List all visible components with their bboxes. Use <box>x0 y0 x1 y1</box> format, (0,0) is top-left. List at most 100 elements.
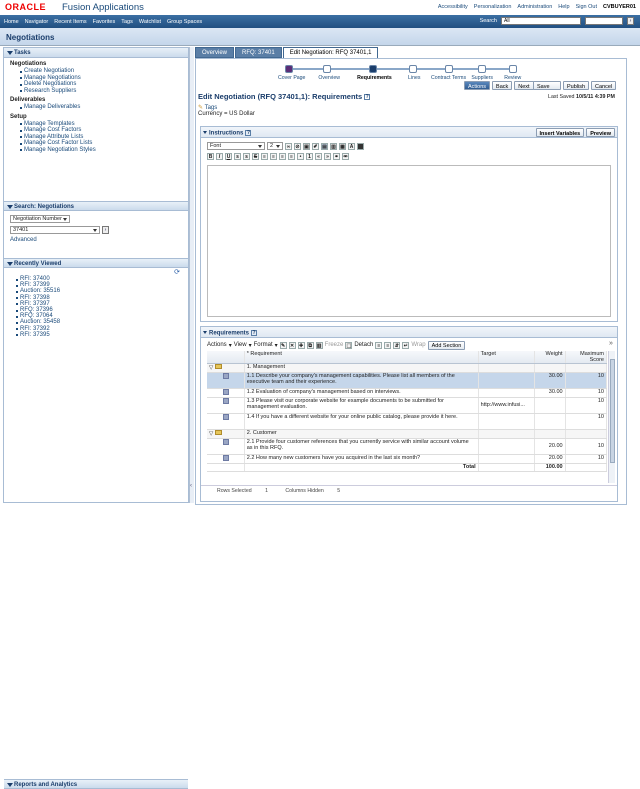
table-row[interactable]: 2.2 How many new customers have you acqu… <box>207 454 608 464</box>
tab-overview[interactable]: Overview <box>195 47 235 58</box>
search-field-select[interactable]: Negotiation Number <box>10 215 70 223</box>
global-search-input[interactable] <box>585 17 623 25</box>
back-button[interactable]: Back <box>492 81 513 90</box>
train-stop-suppliers[interactable] <box>478 65 486 73</box>
preview-button[interactable]: Preview <box>586 128 615 137</box>
align-right-icon[interactable]: ≡ <box>279 153 286 160</box>
recently-viewed-header[interactable]: Recently Viewed <box>4 258 188 268</box>
train-label-overview[interactable]: Overview <box>318 75 340 81</box>
font-select[interactable]: Font <box>207 142 265 150</box>
detach-button[interactable]: Detach <box>354 342 373 348</box>
move-up-icon[interactable]: ≡ <box>375 341 383 349</box>
accessibility-link[interactable]: Accessibility <box>438 4 468 10</box>
column-requirement[interactable]: * Requirement <box>244 351 479 364</box>
table-row[interactable]: ▽ 1. Management <box>207 363 608 373</box>
table-row[interactable]: 1.3 Please visit our corporate website f… <box>207 397 608 414</box>
administration-link[interactable]: Administration <box>517 4 552 10</box>
column-max-score[interactable]: Maximum Score <box>565 351 608 364</box>
numbered-list-icon[interactable]: 1 <box>306 153 313 160</box>
help-icon[interactable]: ? <box>364 94 371 101</box>
task-manage-deliverables[interactable]: Manage Deliverables <box>4 104 188 111</box>
nav-tags[interactable]: Tags <box>121 19 133 25</box>
cancel-button[interactable]: Cancel <box>591 81 617 90</box>
italic-icon[interactable]: I <box>216 153 223 160</box>
subscript-icon[interactable]: s <box>234 153 241 160</box>
table-format-menu[interactable]: Format <box>254 342 273 348</box>
publish-button[interactable]: Publish <box>563 81 590 90</box>
help-icon[interactable]: ? <box>245 129 252 136</box>
nav-recent-items[interactable]: Recent Items <box>54 19 86 25</box>
vertical-scrollbar[interactable] <box>608 351 615 483</box>
bg-color-icon[interactable] <box>357 142 364 150</box>
table-view-menu[interactable]: View <box>234 342 247 348</box>
unlink-icon[interactable]: ⊘ <box>294 142 301 150</box>
task-manage-negotiation-styles[interactable]: Manage Negotiation Styles <box>4 147 188 154</box>
train-stop-overview[interactable] <box>323 65 331 73</box>
instructions-editor[interactable] <box>207 165 611 317</box>
search-value-input[interactable]: 37401 <box>10 226 100 234</box>
instructions-header[interactable]: Instructions? Insert Variables Preview <box>201 127 617 138</box>
strikethrough-icon[interactable]: S <box>252 153 259 160</box>
align-center-icon[interactable]: ≡ <box>270 153 277 160</box>
tags-link[interactable]: ✎ Tags <box>198 104 217 111</box>
overflow-icon[interactable]: » <box>609 340 613 347</box>
expand-triangle-icon[interactable]: ▽ <box>209 431 213 437</box>
wrap-icon[interactable]: ↵ <box>402 341 410 349</box>
tab-rfq[interactable]: RFQ: 37401 <box>235 47 282 58</box>
scrollbar-thumb[interactable] <box>610 359 615 463</box>
reports-analytics-header[interactable]: Reports and Analytics <box>4 779 188 789</box>
insert-table-icon[interactable]: ▦ <box>339 142 346 150</box>
align-left-icon[interactable]: ≡ <box>261 153 268 160</box>
search-scope-select[interactable]: All <box>501 17 581 25</box>
tasks-header[interactable]: Tasks <box>4 48 188 58</box>
wrap-button[interactable]: Wrap <box>411 342 425 348</box>
justify-icon[interactable]: ≡ <box>288 153 295 160</box>
table-row[interactable]: 1.1 Describe your company's management c… <box>207 372 608 389</box>
next-button[interactable]: Next <box>514 81 534 90</box>
train-label-lines[interactable]: Lines <box>408 75 420 81</box>
refresh-icon[interactable]: ⟳ <box>4 268 188 276</box>
sign-out-link[interactable]: Sign Out <box>576 4 597 10</box>
edit-icon[interactable]: ✎ <box>279 341 287 349</box>
table-row[interactable]: 2.1 Provide four customer references tha… <box>207 438 608 455</box>
actions-menu-button[interactable]: Actions <box>464 81 491 90</box>
outdent-icon[interactable]: « <box>315 153 322 160</box>
indent-icon[interactable]: » <box>324 153 331 160</box>
add-icon[interactable]: ✚ <box>297 341 305 349</box>
remove-link-icon[interactable]: ⚮ <box>342 153 349 160</box>
column-target[interactable]: Target <box>478 351 535 364</box>
insert-link-icon[interactable]: ⚭ <box>333 153 340 160</box>
search-go-button[interactable]: › <box>627 17 634 25</box>
insert-variables-button[interactable]: Insert Variables <box>535 128 585 137</box>
delete-icon[interactable]: ✕ <box>288 341 296 349</box>
pane-splitter[interactable]: ‹ <box>189 47 194 503</box>
add-section-button[interactable]: Add Section <box>427 340 466 350</box>
source-mode-icon[interactable]: ▥ <box>330 142 337 150</box>
train-label-contract-terms[interactable]: Contract Terms <box>431 75 466 81</box>
help-link[interactable]: Help <box>558 4 569 10</box>
text-color-icon[interactable]: A <box>348 142 355 150</box>
edit-mode-icon[interactable]: ▤ <box>321 142 328 150</box>
personalization-link[interactable]: Personalization <box>474 4 512 10</box>
train-stop-cover-page[interactable] <box>285 65 293 73</box>
search-negotiations-header[interactable]: Search: Negotiations <box>4 201 188 211</box>
copy-icon[interactable]: ⧉ <box>306 341 314 349</box>
image-icon[interactable]: ▣ <box>303 142 310 150</box>
nav-favorites[interactable]: Favorites <box>93 19 116 25</box>
bullet-list-icon[interactable]: • <box>297 153 304 160</box>
table-row[interactable]: 1.2 Evaluation of company's management b… <box>207 388 608 398</box>
nav-group-spaces[interactable]: Group Spaces <box>167 19 202 25</box>
collapse-arrow-icon[interactable]: ‹ <box>190 483 192 489</box>
recent-item[interactable]: RFI: 37395 <box>4 332 188 338</box>
table-row[interactable]: 1.4 If you have a different website for … <box>207 413 608 430</box>
advanced-search-link[interactable]: Advanced <box>10 237 188 243</box>
freeze-icon[interactable]: ▥ <box>315 341 323 349</box>
table-row[interactable]: ▽ 2. Customer <box>207 429 608 439</box>
nav-home[interactable]: Home <box>4 19 19 25</box>
reorder-icon[interactable]: ⇵ <box>393 341 401 349</box>
link-icon[interactable]: ∞ <box>285 142 292 150</box>
tab-edit-negotiation[interactable]: Edit Negotiation: RFQ 37401,1 <box>282 47 379 58</box>
search-arrow-button[interactable]: › <box>102 226 109 234</box>
bold-icon[interactable]: B <box>207 153 214 160</box>
table-actions-menu[interactable]: Actions <box>207 342 227 348</box>
